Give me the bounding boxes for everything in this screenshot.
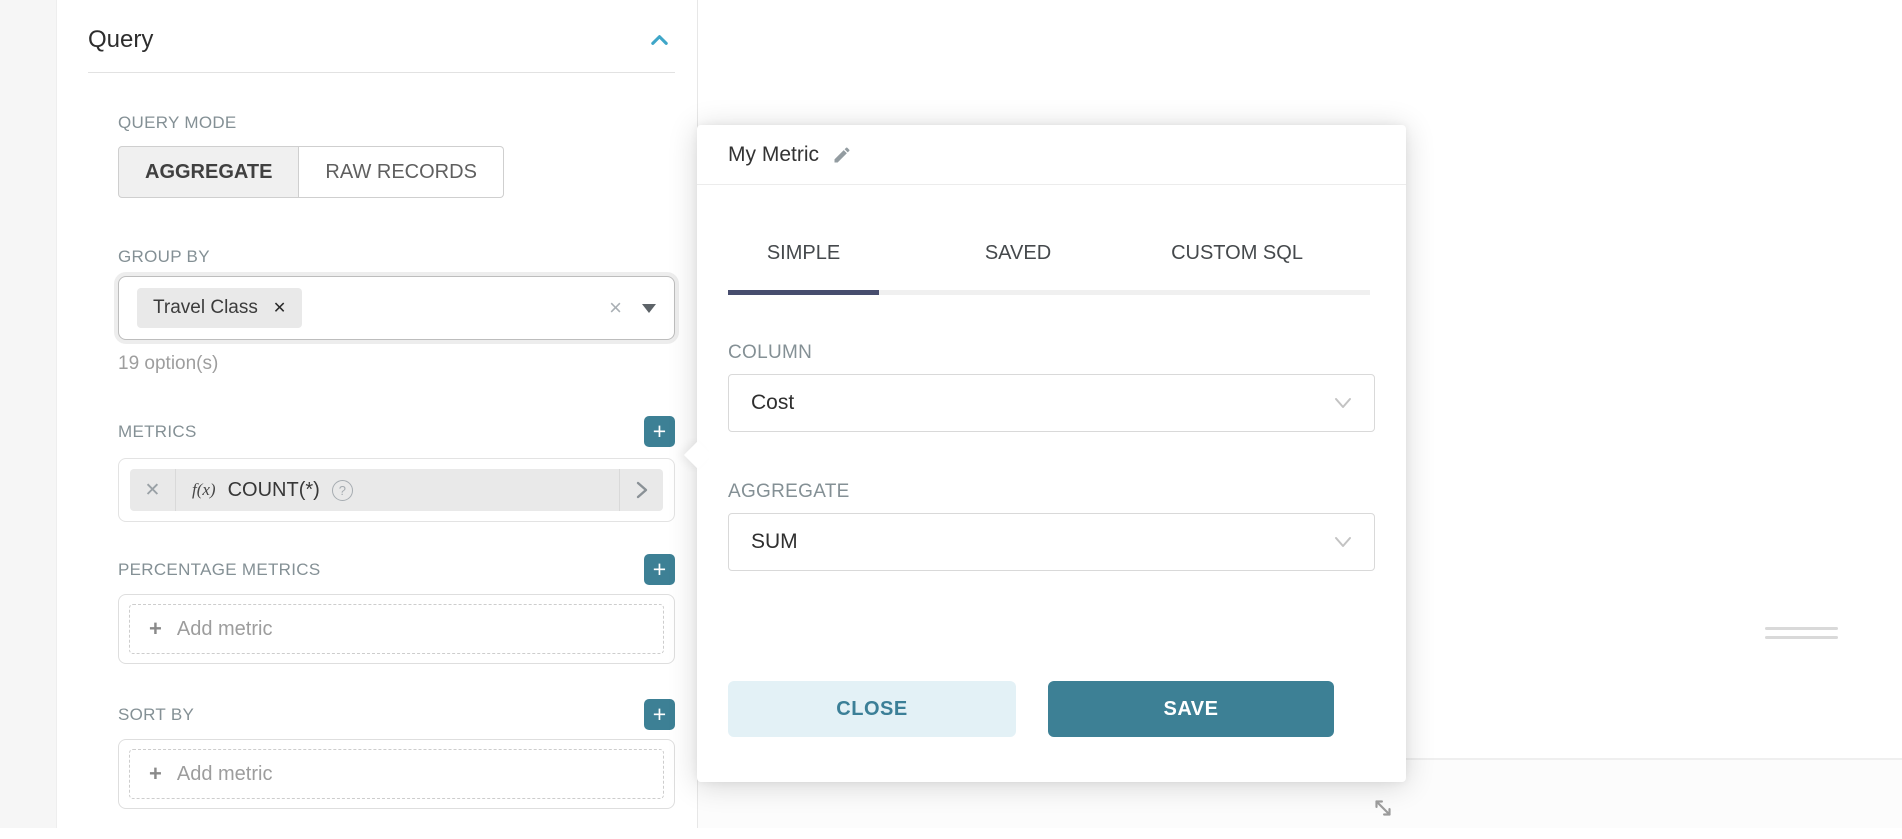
metrics-container: ✕ f(x) COUNT(*) ? — [118, 458, 675, 522]
options-count: 19 option(s) — [118, 353, 675, 375]
metrics-label: METRICS — [118, 422, 197, 442]
close-button[interactable]: CLOSE — [728, 681, 1016, 737]
sort-by-container: + Add metric — [118, 739, 675, 809]
selected-tag[interactable]: Travel Class ✕ — [137, 288, 302, 328]
panel-title-row: Query — [88, 26, 675, 54]
add-metric-button[interactable]: + — [644, 416, 675, 447]
tab-saved[interactable]: SAVED — [940, 242, 1096, 295]
tab-simple[interactable]: SIMPLE — [728, 242, 879, 295]
metrics-header: METRICS + — [118, 416, 675, 447]
metric-name: COUNT(*) — [228, 479, 320, 502]
save-button[interactable]: SAVE — [1048, 681, 1334, 737]
metric-chip-body[interactable]: f(x) COUNT(*) ? — [176, 469, 619, 511]
metric-chip[interactable]: ✕ f(x) COUNT(*) ? — [130, 469, 663, 511]
pencil-icon[interactable] — [832, 145, 852, 165]
add-percentage-metric-dropzone[interactable]: + Add metric — [129, 604, 664, 654]
percentage-metrics-container: + Add metric — [118, 594, 675, 664]
column-label: COLUMN — [728, 342, 1375, 364]
group-by-section: GROUP BY Travel Class ✕ × 19 option(s) — [118, 247, 675, 375]
select-controls: × — [609, 297, 656, 319]
left-rail — [0, 0, 57, 828]
popover-header: My Metric — [697, 125, 1406, 185]
popover-body: SIMPLE SAVED CUSTOM SQL COLUMN Cost AGGR… — [697, 242, 1406, 839]
query-controls-panel: Query QUERY MODE AGGREGATE RAW RECORDS G… — [57, 0, 698, 828]
clear-icon[interactable]: × — [609, 297, 622, 319]
metric-popover: My Metric SIMPLE SAVED CUSTOM SQL COLUMN… — [697, 125, 1406, 782]
diagonal-resize-icon[interactable] — [1370, 795, 1396, 821]
column-value: Cost — [751, 391, 794, 415]
query-mode-section: QUERY MODE AGGREGATE RAW RECORDS — [118, 113, 675, 198]
aggregate-value: SUM — [751, 530, 798, 554]
caret-down-icon[interactable] — [642, 304, 656, 313]
add-metric-placeholder: Add metric — [177, 618, 273, 641]
percentage-metrics-header: PERCENTAGE METRICS + — [118, 554, 675, 585]
plus-icon: + — [149, 616, 162, 642]
add-metric-placeholder: Add metric — [177, 763, 273, 786]
sort-by-section: SORT BY + + Add metric — [118, 699, 675, 809]
tab-custom-sql[interactable]: CUSTOM SQL — [1157, 242, 1317, 295]
query-mode-toggle: AGGREGATE RAW RECORDS — [118, 146, 675, 198]
add-percentage-metric-button[interactable]: + — [644, 554, 675, 585]
metrics-section: METRICS + ✕ f(x) COUNT(*) ? — [118, 416, 675, 522]
chevron-up-icon[interactable] — [648, 29, 671, 52]
sort-by-label: SORT BY — [118, 705, 194, 725]
group-by-label: GROUP BY — [118, 247, 675, 267]
chevron-down-icon — [1334, 536, 1352, 548]
function-icon: f(x) — [192, 480, 216, 500]
popover-title: My Metric — [728, 143, 819, 167]
group-by-select[interactable]: Travel Class ✕ × — [118, 276, 675, 340]
chevron-right-icon[interactable] — [619, 469, 663, 511]
plus-icon: + — [149, 761, 162, 787]
question-circle-icon[interactable]: ? — [332, 480, 353, 501]
aggregate-select[interactable]: SUM — [728, 513, 1375, 571]
selected-tag-label: Travel Class — [153, 297, 258, 319]
percentage-metrics-section: PERCENTAGE METRICS + + Add metric — [118, 554, 675, 664]
aggregate-label: AGGREGATE — [728, 481, 1375, 503]
query-mode-label: QUERY MODE — [118, 113, 675, 133]
raw-records-button[interactable]: RAW RECORDS — [299, 146, 503, 198]
add-sort-by-button[interactable]: + — [644, 699, 675, 730]
section-divider — [88, 72, 675, 73]
aggregate-button[interactable]: AGGREGATE — [118, 146, 299, 198]
chevron-down-icon — [1334, 397, 1352, 409]
metric-tabs: SIMPLE SAVED CUSTOM SQL — [728, 242, 1375, 295]
add-sort-by-dropzone[interactable]: + Add metric — [129, 749, 664, 799]
sort-by-header: SORT BY + — [118, 699, 675, 730]
remove-metric-icon[interactable]: ✕ — [130, 469, 176, 511]
column-select[interactable]: Cost — [728, 374, 1375, 432]
remove-tag-icon[interactable]: ✕ — [273, 298, 286, 318]
drag-handle-icon[interactable] — [1765, 627, 1838, 645]
percentage-metrics-label: PERCENTAGE METRICS — [118, 560, 321, 580]
panel-title: Query — [88, 26, 153, 54]
popover-footer: CLOSE SAVE — [728, 681, 1375, 737]
